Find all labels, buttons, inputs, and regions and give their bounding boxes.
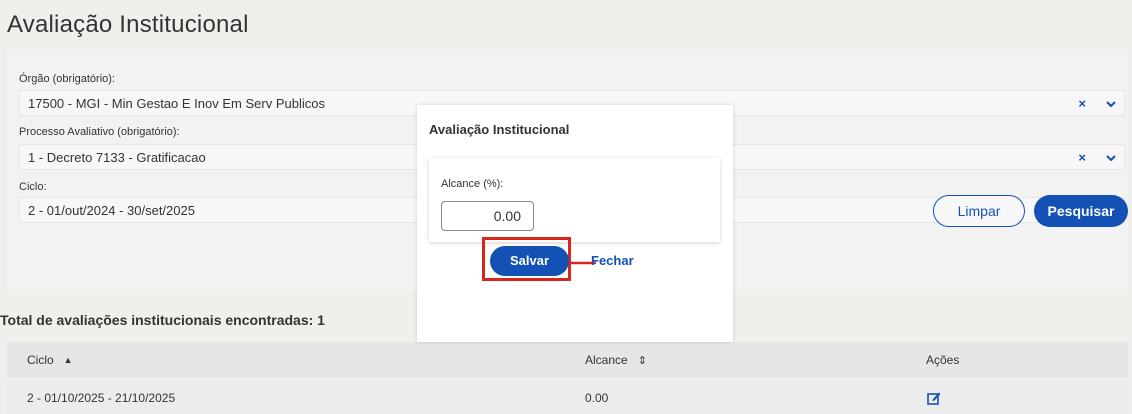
chevron-down-icon[interactable]	[1106, 145, 1116, 171]
orgao-label: Órgão (obrigatório):	[19, 73, 115, 85]
column-ciclo-header[interactable]: Ciclo ▲	[27, 342, 73, 378]
processo-value: 1 - Decreto 7133 - Gratificacao	[28, 150, 206, 165]
results-count: Total de avaliações institucionais encon…	[0, 312, 325, 328]
sort-icon[interactable]: ⇕	[638, 354, 647, 367]
modal-form-card: Alcance (%):	[429, 158, 720, 269]
alcance-label: Alcance (%):	[441, 178, 504, 190]
column-alcance-label: Alcance	[585, 353, 628, 367]
column-acoes-header: Ações	[926, 342, 959, 378]
ciclo-label: Ciclo:	[19, 181, 47, 193]
chevron-down-icon[interactable]	[1106, 91, 1116, 117]
save-button[interactable]: Salvar	[490, 246, 569, 276]
table-row: 2 - 01/10/2025 - 21/10/2025 0.00	[7, 382, 1128, 414]
row-alcance: 0.00	[585, 391, 609, 405]
modal-title: Avaliação Institucional	[429, 122, 570, 137]
column-acoes-label: Ações	[926, 353, 960, 367]
processo-label: Processo Avaliativo (obrigatório):	[19, 126, 180, 138]
row-ciclo: 2 - 01/10/2025 - 21/10/2025	[27, 391, 176, 405]
sort-asc-icon[interactable]: ▲	[64, 355, 73, 365]
column-ciclo-label: Ciclo	[27, 353, 54, 367]
edit-icon[interactable]	[927, 382, 941, 414]
page-title: Avaliação Institucional	[7, 11, 249, 38]
column-alcance-header[interactable]: Alcance ⇕	[585, 342, 647, 378]
modal-dialog: Avaliação Institucional Alcance (%): Sal…	[417, 105, 733, 342]
clear-icon[interactable]: ×	[1078, 91, 1086, 117]
pesquisar-button[interactable]: Pesquisar	[1034, 195, 1128, 227]
orgao-value: 17500 - MGI - Min Gestao E Inov Em Serv …	[28, 96, 325, 111]
clear-icon[interactable]: ×	[1078, 145, 1086, 171]
table-header: Ciclo ▲ Alcance ⇕ Ações	[7, 342, 1128, 378]
ciclo-value: 2 - 01/out/2024 - 30/set/2025	[28, 203, 195, 218]
close-button[interactable]: Fechar	[591, 246, 634, 276]
limpar-button[interactable]: Limpar	[933, 195, 1025, 227]
alcance-input[interactable]	[441, 201, 534, 231]
